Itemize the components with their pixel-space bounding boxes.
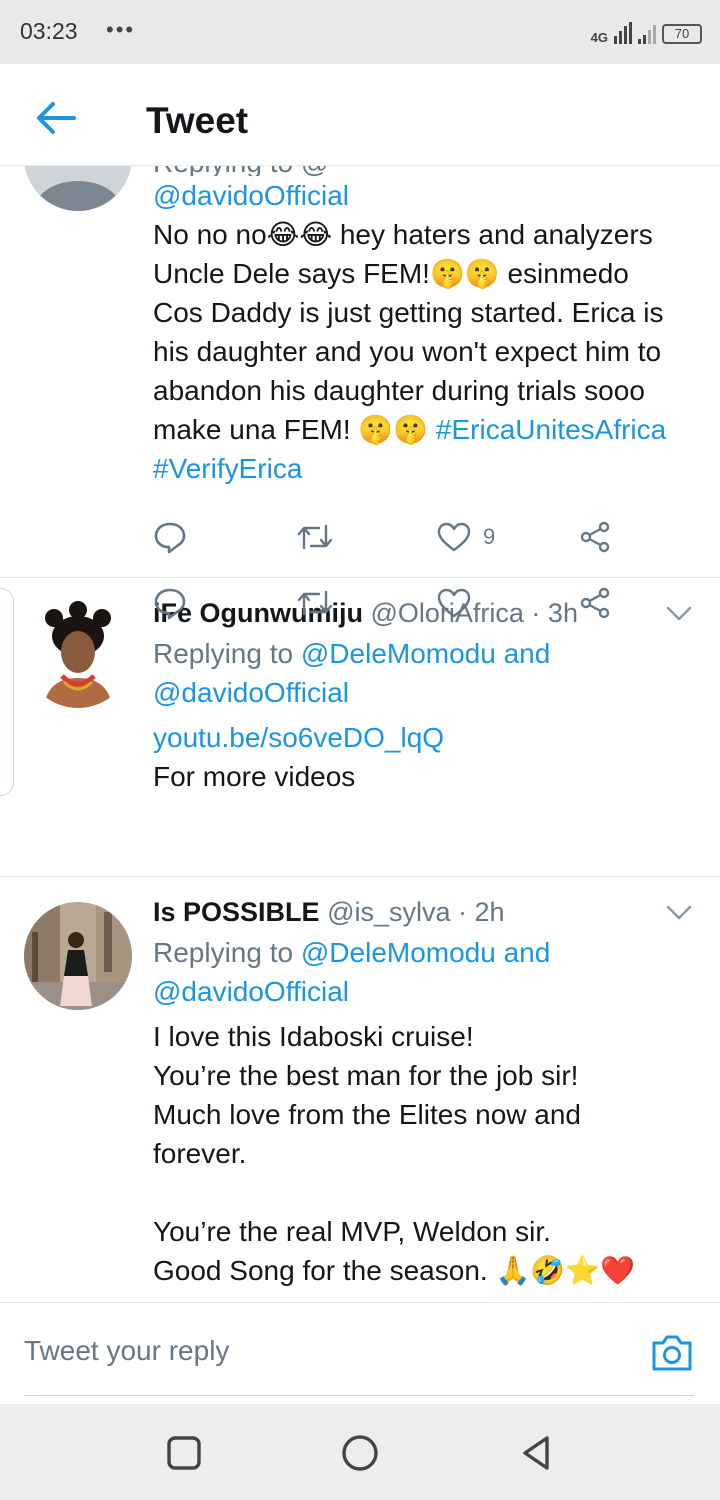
tweet-line: forever. bbox=[153, 1138, 247, 1169]
network-type: 4G bbox=[590, 30, 608, 45]
retweet-button[interactable] bbox=[297, 581, 333, 625]
tweet-text: youtu.be/so6veDO_lqQ For more videos bbox=[153, 718, 700, 796]
home-button[interactable] bbox=[341, 1434, 379, 1472]
reply-composer bbox=[0, 1302, 720, 1402]
tweet-actions bbox=[153, 581, 623, 625]
heart-icon bbox=[437, 522, 471, 552]
share-button[interactable] bbox=[579, 581, 611, 625]
tweet-line: abandon his daughter during trials sooo bbox=[153, 375, 645, 406]
square-icon bbox=[167, 1436, 201, 1470]
retweet-button[interactable] bbox=[297, 515, 333, 559]
reply-button[interactable] bbox=[153, 515, 187, 559]
reply-icon bbox=[154, 522, 186, 554]
tweet-body: Is POSSIBLE @is_sylva · 2h Replying to @… bbox=[153, 893, 700, 1290]
tweet-line: his daughter and you won't expect him to bbox=[153, 336, 662, 367]
tweet-text: I love this Idaboski cruise! You’re the … bbox=[153, 1017, 700, 1290]
camera-icon bbox=[652, 1335, 692, 1371]
system-nav-bar bbox=[0, 1404, 720, 1500]
triangle-back-icon bbox=[523, 1436, 549, 1470]
arrow-left-icon bbox=[37, 102, 76, 134]
mention-link[interactable]: @davidoOfficial bbox=[153, 677, 349, 708]
mention-link[interactable]: @davidoOfficial bbox=[153, 180, 349, 211]
replying-to-label: Replying to @ bbox=[153, 166, 329, 176]
chevron-down-icon[interactable] bbox=[666, 905, 692, 921]
author-name[interactable]: Is POSSIBLE bbox=[153, 897, 320, 927]
circle-icon bbox=[342, 1435, 378, 1471]
page-title: Tweet bbox=[146, 100, 249, 141]
signal-icon bbox=[614, 22, 632, 44]
battery-level: 70 bbox=[674, 26, 690, 41]
tweet-line-text: make una FEM! 🤫🤫 bbox=[153, 414, 436, 445]
like-count: 9 bbox=[483, 524, 496, 549]
reply-input[interactable] bbox=[24, 1335, 624, 1367]
heart-icon bbox=[437, 588, 471, 618]
tweet-line: Much love from the Elites now and bbox=[153, 1099, 581, 1130]
hashtag-link[interactable]: #VerifyErica bbox=[153, 453, 302, 484]
tweet-feed[interactable]: Replying to @ @davidoOfficial No no no😂😂… bbox=[0, 166, 720, 1302]
replying-to-label: Replying to bbox=[153, 638, 301, 669]
hashtag-link[interactable]: #EricaUnitesAfrica bbox=[436, 414, 666, 445]
tweet-line: Cos Daddy is just getting started. Erica… bbox=[153, 297, 664, 328]
tweet-line: For more videos bbox=[153, 761, 356, 792]
back-button[interactable] bbox=[34, 100, 78, 136]
signal-2-icon bbox=[638, 22, 656, 44]
chevron-down-icon[interactable] bbox=[666, 606, 692, 622]
tweet-actions: 9 bbox=[153, 515, 623, 559]
retweet-icon bbox=[297, 524, 333, 550]
like-button[interactable] bbox=[437, 581, 471, 625]
tweet-body: Replying to @ @davidoOfficial No no no😂😂… bbox=[153, 166, 700, 488]
mention-link[interactable]: @DeleMomodu and bbox=[301, 937, 550, 968]
recents-button[interactable] bbox=[165, 1434, 203, 1472]
share-icon bbox=[580, 587, 610, 619]
default-avatar-icon bbox=[24, 166, 132, 211]
status-indicators: 4G 70 bbox=[591, 18, 702, 44]
mention-link[interactable]: @davidoOfficial bbox=[153, 976, 349, 1007]
tweet-line: Good Song for the season. 🙏🤣⭐❤️ bbox=[153, 1255, 635, 1286]
status-bar: 03:23 ••• 4G 70 bbox=[0, 0, 720, 64]
tweet-meta: Is POSSIBLE @is_sylva · 2h bbox=[153, 893, 700, 931]
reply-context: Replying to @DeleMomodu and @davidoOffic… bbox=[153, 634, 700, 712]
like-button[interactable]: 9 bbox=[437, 515, 495, 559]
back-nav-button[interactable] bbox=[517, 1434, 555, 1472]
avatar[interactable] bbox=[24, 902, 132, 1010]
replying-to-label: Replying to bbox=[153, 937, 301, 968]
reply-context: Replying to @DeleMomodu and @davidoOffic… bbox=[153, 933, 700, 1011]
mention-link[interactable]: @DeleMomodu and bbox=[301, 638, 550, 669]
user-avatar-image bbox=[24, 902, 132, 1010]
tweet-item[interactable]: Replying to @ @davidoOfficial No no no😂😂… bbox=[0, 166, 720, 578]
share-icon bbox=[580, 521, 610, 553]
share-button[interactable] bbox=[579, 515, 611, 559]
status-time: 03:23 bbox=[20, 18, 78, 44]
tweet-text: No no no😂😂 hey haters and analyzers Uncl… bbox=[153, 215, 700, 488]
camera-button[interactable] bbox=[650, 1333, 694, 1373]
divider bbox=[24, 1395, 694, 1396]
avatar[interactable] bbox=[24, 600, 132, 708]
tweet-line: #VerifyErica bbox=[153, 449, 700, 488]
battery-icon: 70 bbox=[662, 24, 702, 44]
header: Tweet bbox=[0, 64, 720, 166]
reply-button[interactable] bbox=[153, 581, 187, 625]
tweet-line: Uncle Dele says FEM!🤫🤫 esinmedo bbox=[153, 258, 629, 289]
notification-dots-icon: ••• bbox=[106, 17, 136, 42]
url-link[interactable]: youtu.be/so6veDO_lqQ bbox=[153, 718, 700, 757]
tweet-line: I love this Idaboski cruise! bbox=[153, 1021, 474, 1052]
tweet-item[interactable]: Is POSSIBLE @is_sylva · 2h Replying to @… bbox=[0, 877, 720, 1302]
avatar[interactable] bbox=[24, 166, 132, 211]
reply-context-partial: Replying to @ bbox=[153, 166, 700, 176]
tweet-item[interactable]: iFe Ogunwumiju @OloriAfrica · 3h Replyin… bbox=[0, 578, 720, 877]
reply-icon bbox=[154, 588, 186, 620]
thread-indicator bbox=[0, 588, 14, 796]
author-handle-time: @is_sylva · 2h bbox=[319, 897, 505, 927]
user-avatar-image bbox=[24, 600, 132, 708]
reply-context: @davidoOfficial bbox=[153, 176, 700, 215]
tweet-line: make una FEM! 🤫🤫 #EricaUnitesAfrica bbox=[153, 410, 700, 449]
retweet-icon bbox=[297, 590, 333, 616]
tweet-line: You’re the real MVP, Weldon sir. bbox=[153, 1216, 551, 1247]
tweet-line: You’re the best man for the job sir! bbox=[153, 1060, 579, 1091]
tweet-line: No no no😂😂 hey haters and analyzers bbox=[153, 219, 653, 250]
